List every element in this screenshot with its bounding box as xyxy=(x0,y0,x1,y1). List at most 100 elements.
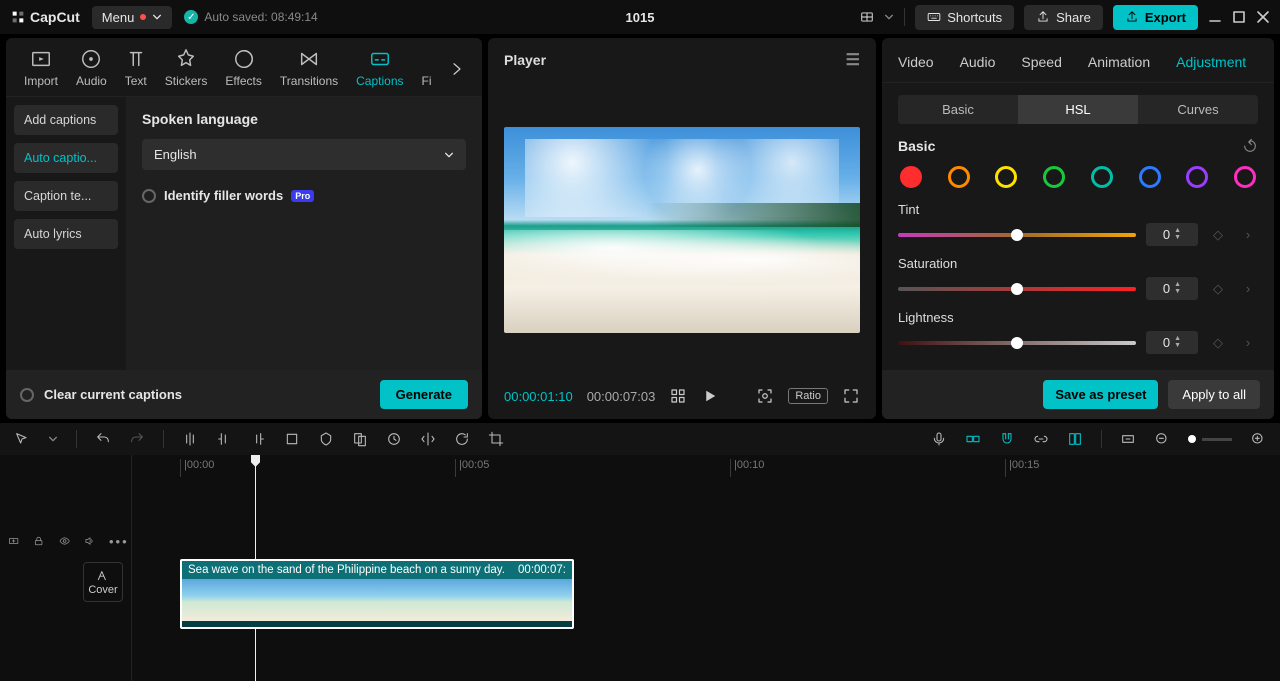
close-icon[interactable] xyxy=(1256,10,1270,24)
marker-icon[interactable] xyxy=(318,431,334,447)
save-preset-button[interactable]: Save as preset xyxy=(1043,380,1158,409)
mirror-icon[interactable] xyxy=(420,431,436,447)
tint-value[interactable]: 0▲▼ xyxy=(1146,223,1198,246)
reset-icon[interactable] xyxy=(1242,138,1258,154)
tab-animation[interactable]: Animation xyxy=(1088,48,1150,82)
chevron-down-icon[interactable] xyxy=(884,12,894,22)
tab-stickers[interactable]: Stickers xyxy=(157,44,216,96)
rotate-icon[interactable] xyxy=(454,431,470,447)
timeline-tracks[interactable]: |00:00 |00:05 |00:10 |00:15 Sea wave on … xyxy=(132,455,1280,681)
tab-audio-right[interactable]: Audio xyxy=(960,48,996,82)
tab-text[interactable]: Text xyxy=(117,44,155,96)
menu-button[interactable]: Menu xyxy=(92,6,173,29)
swatch-magenta[interactable] xyxy=(1234,166,1256,188)
sidebar-auto-captions[interactable]: Auto captio... xyxy=(14,143,118,173)
shortcuts-button[interactable]: Shortcuts xyxy=(915,5,1014,30)
zoom-in-icon[interactable] xyxy=(1250,431,1266,447)
clip-title: Sea wave on the sand of the Philippine b… xyxy=(188,564,505,576)
player-menu-icon[interactable]: ☰ xyxy=(846,50,860,70)
lock-icon[interactable] xyxy=(33,534,44,548)
zoom-out-icon[interactable] xyxy=(1154,431,1170,447)
lightness-slider[interactable] xyxy=(898,341,1136,345)
mute-icon[interactable] xyxy=(84,534,95,548)
player-panel: Player ☰ 00:00:01:10 00:00:07:03 Ratio xyxy=(488,38,876,419)
tab-transitions[interactable]: Transitions xyxy=(272,44,346,96)
segment-basic[interactable]: Basic xyxy=(898,95,1018,124)
trim-left-icon[interactable] xyxy=(216,431,232,447)
grid-view-icon[interactable] xyxy=(669,387,687,405)
reverse-icon[interactable] xyxy=(386,431,402,447)
saturation-keyframe[interactable]: ◇ xyxy=(1208,281,1228,297)
tab-effects[interactable]: Effects xyxy=(217,44,269,96)
frame-icon[interactable] xyxy=(756,387,774,405)
export-button[interactable]: Export xyxy=(1113,5,1198,30)
split-icon[interactable] xyxy=(182,431,198,447)
check-icon: ✓ xyxy=(184,10,198,24)
tab-video[interactable]: Video xyxy=(898,48,934,82)
share-button[interactable]: Share xyxy=(1024,5,1103,30)
apply-all-button[interactable]: Apply to all xyxy=(1168,380,1260,409)
tab-adjustment[interactable]: Adjustment xyxy=(1176,48,1246,82)
saturation-slider-row: Saturation 0▲▼ ◇ › xyxy=(898,256,1258,300)
fullscreen-icon[interactable] xyxy=(842,387,860,405)
cover-button[interactable]: Cover xyxy=(83,562,123,602)
maximize-icon[interactable] xyxy=(1232,10,1246,24)
eye-icon[interactable] xyxy=(59,534,70,548)
clip-duration: 00:00:07: xyxy=(518,564,566,576)
lightness-value[interactable]: 0▲▼ xyxy=(1146,331,1198,354)
swatch-teal[interactable] xyxy=(1091,166,1113,188)
crop2-icon[interactable] xyxy=(488,431,504,447)
link-icon[interactable] xyxy=(1033,431,1049,447)
language-select[interactable]: English xyxy=(142,139,466,170)
tab-import[interactable]: Import xyxy=(16,44,66,96)
segment-hsl[interactable]: HSL xyxy=(1018,95,1138,124)
swatch-purple[interactable] xyxy=(1186,166,1208,188)
saturation-slider[interactable] xyxy=(898,287,1136,291)
mic-icon[interactable] xyxy=(931,431,947,447)
trim-right-icon[interactable] xyxy=(250,431,266,447)
crop-icon[interactable] xyxy=(284,431,300,447)
swatch-green[interactable] xyxy=(1043,166,1065,188)
tint-slider[interactable] xyxy=(898,233,1136,237)
video-preview[interactable] xyxy=(504,127,860,333)
fit-icon[interactable] xyxy=(1120,431,1136,447)
play-icon[interactable] xyxy=(701,387,719,405)
clear-captions-checkbox[interactable] xyxy=(20,388,34,402)
sidebar-caption-templates[interactable]: Caption te... xyxy=(14,181,118,211)
timeline-ruler[interactable]: |00:00 |00:05 |00:10 |00:15 xyxy=(132,455,1280,481)
swatch-blue[interactable] xyxy=(1139,166,1161,188)
undo-icon[interactable] xyxy=(95,431,111,447)
redo-icon[interactable] xyxy=(129,431,145,447)
tab-filters[interactable]: Fi xyxy=(414,70,432,96)
tab-speed[interactable]: Speed xyxy=(1021,48,1061,82)
duplicate-icon[interactable] xyxy=(352,431,368,447)
tint-keyframe[interactable]: ◇ xyxy=(1208,227,1228,243)
segment-curves[interactable]: Curves xyxy=(1138,95,1258,124)
more-icon[interactable]: ••• xyxy=(109,534,123,548)
preview-icon[interactable] xyxy=(1067,431,1083,447)
zoom-slider[interactable] xyxy=(1188,435,1232,443)
filler-words-checkbox[interactable] xyxy=(142,189,156,203)
select-tool-icon[interactable] xyxy=(14,431,30,447)
sidebar-add-captions[interactable]: Add captions xyxy=(14,105,118,135)
captions-form: Spoken language English Identify filler … xyxy=(126,97,482,370)
video-clip[interactable]: Sea wave on the sand of the Philippine b… xyxy=(180,559,574,629)
magnet-icon[interactable] xyxy=(999,431,1015,447)
swatch-orange[interactable] xyxy=(948,166,970,188)
player-controls: 00:00:01:10 00:00:07:03 Ratio xyxy=(488,377,876,419)
tab-captions[interactable]: Captions xyxy=(348,44,411,96)
add-track-icon[interactable] xyxy=(8,534,19,548)
generate-button[interactable]: Generate xyxy=(380,380,468,409)
snap-icon[interactable] xyxy=(965,431,981,447)
swatch-yellow[interactable] xyxy=(995,166,1017,188)
swatch-red[interactable] xyxy=(900,166,922,188)
saturation-value[interactable]: 0▲▼ xyxy=(1146,277,1198,300)
tab-audio[interactable]: Audio xyxy=(68,44,115,96)
sidebar-auto-lyrics[interactable]: Auto lyrics xyxy=(14,219,118,249)
lightness-keyframe[interactable]: ◇ xyxy=(1208,335,1228,351)
minimize-icon[interactable] xyxy=(1208,10,1222,24)
ratio-button[interactable]: Ratio xyxy=(788,388,828,404)
tabs-overflow[interactable] xyxy=(442,54,472,87)
layout-icon[interactable] xyxy=(860,10,874,24)
chevron-down-icon[interactable] xyxy=(48,434,58,444)
